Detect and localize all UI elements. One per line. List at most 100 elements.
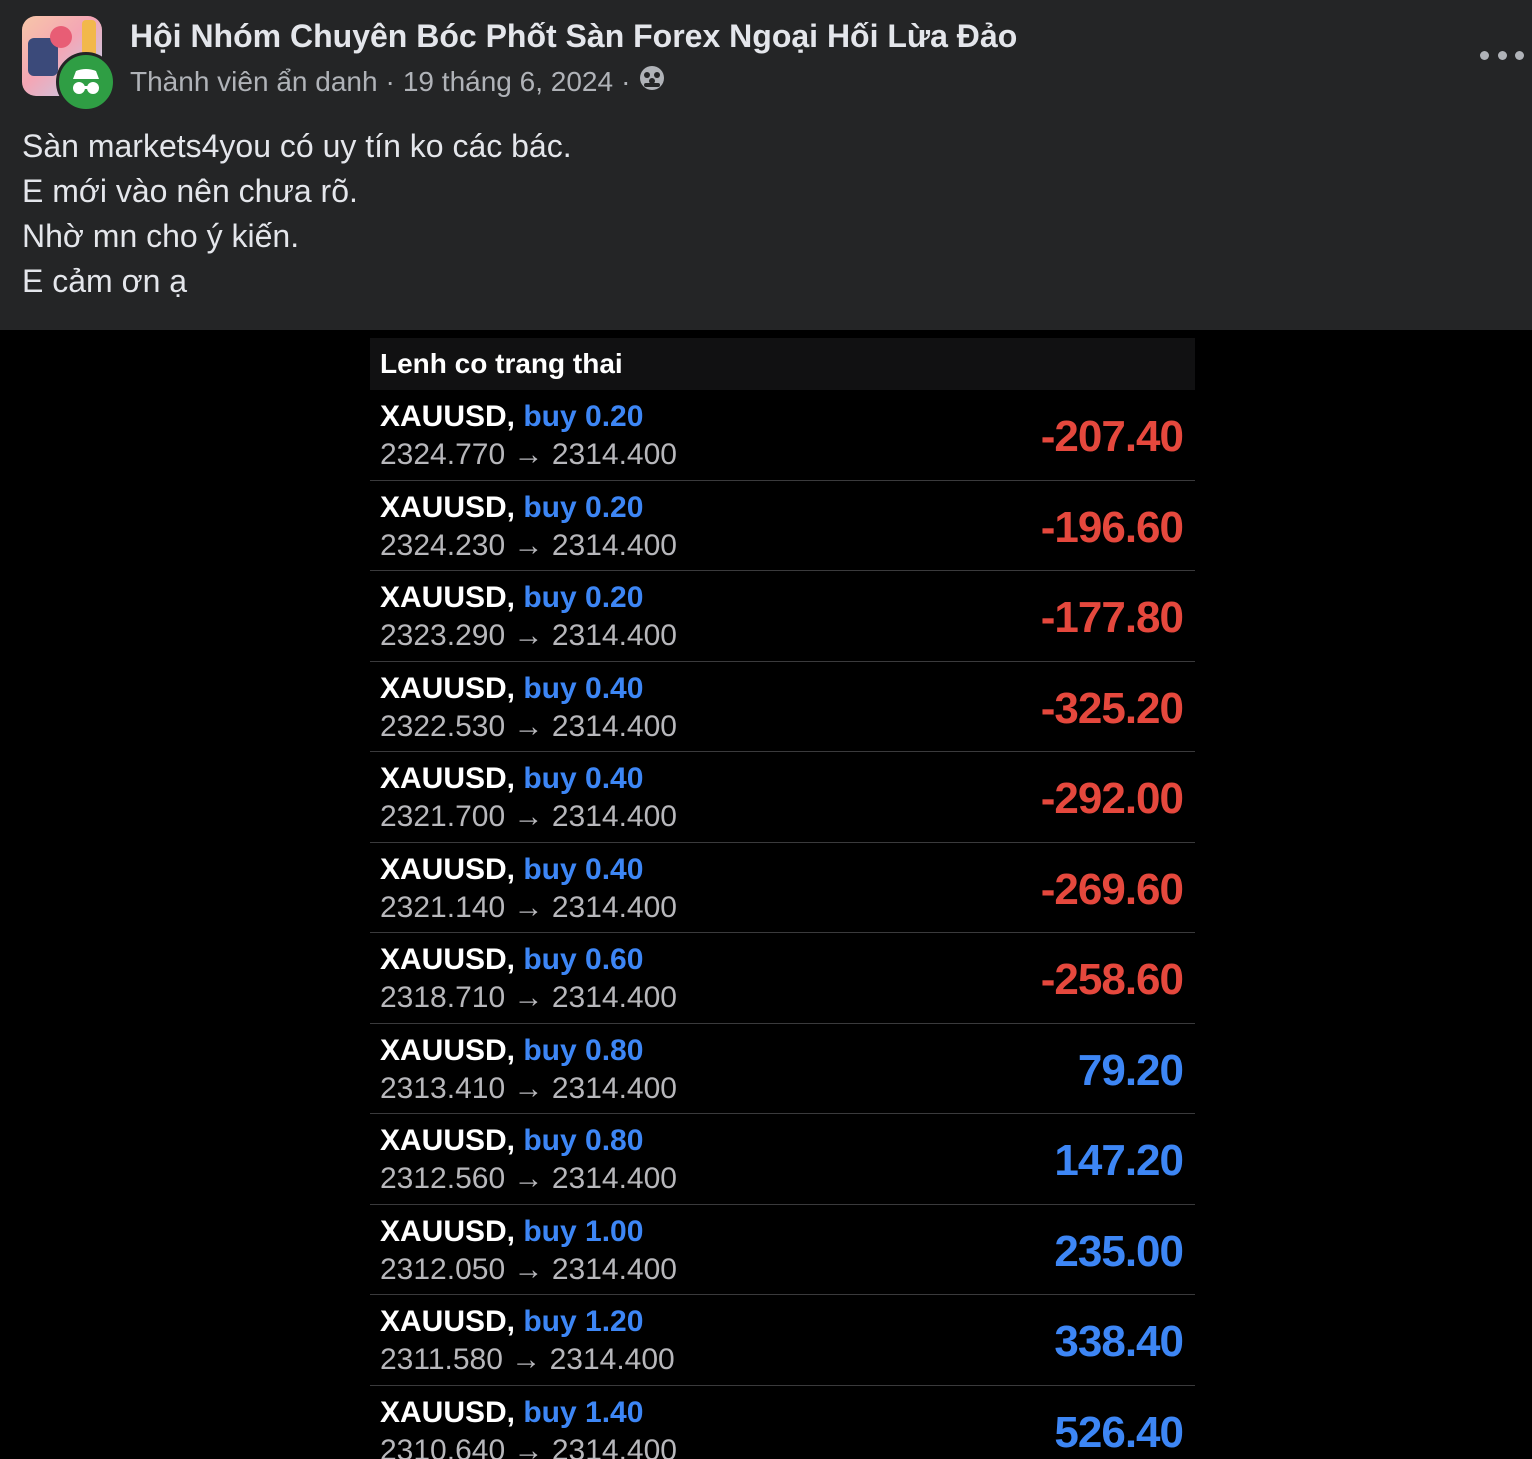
trade-side-volume: buy 0.40 [523,762,644,795]
trade-profit: 235.00 [1054,1226,1184,1276]
open-price: 2313.410 [380,1071,506,1105]
trade-side-volume: buy 0.60 [523,943,644,976]
trade-side-volume: buy 0.80 [523,1124,644,1157]
current-price: 2314.400 [551,1252,677,1286]
trade-profit: -269.60 [1040,864,1184,914]
trade-prices: 2321.700 → 2314.400 [380,800,677,834]
trade-profit: -207.40 [1040,412,1184,461]
symbol-label: XAUUSD, [380,1214,516,1248]
trade-prices: 2310.640 → 2314.400 [380,1434,677,1459]
trade-side-volume: buy 0.20 [523,400,644,433]
trade-prices: 2313.410 → 2314.400 [380,1072,677,1106]
post-text-line: E mới vào nên chưa rõ. [22,173,358,209]
current-price: 2314.400 [551,1071,677,1105]
trade-row: XAUUSD, buy 1.40 2310.640 → 2314.400 526.4… [370,1386,1195,1459]
current-price: 2314.400 [551,709,677,743]
current-price: 2314.400 [551,981,677,1014]
trade-symbol: XAUUSD, buy 0.20 [380,581,643,615]
trade-prices: 2322.530 → 2314.400 [380,710,677,744]
trade-symbol: XAUUSD, buy 1.00 [380,1215,643,1249]
arrow-icon: → [513,890,544,924]
current-price: 2314.400 [551,528,677,562]
trade-symbol: XAUUSD, buy 0.60 [380,943,643,977]
arrow-icon: → [513,709,544,743]
trade-prices: 2321.140 → 2314.400 [380,891,677,925]
trade-side-volume: buy 1.20 [523,1305,644,1338]
trade-profit: 79.20 [1077,1045,1184,1095]
trade-side-volume: buy 0.40 [523,852,644,886]
trade-symbol: XAUUSD, buy 1.20 [380,1305,643,1339]
trade-row: XAUUSD, buy 1.00 2312.050 → 2314.400 235.0… [370,1205,1195,1295]
author-name[interactable]: Thành viên ẩn danh [130,66,378,98]
trade-row: XAUUSD, buy 0.20 2324.230 → 2314.400 -196.… [370,481,1195,571]
more-options-icon[interactable] [1480,40,1524,70]
arrow-icon: → [513,528,544,562]
post-text-line: Sàn markets4you có uy tín ko các bác. [22,128,572,164]
current-price: 2314.400 [551,890,677,924]
trade-profit: -325.20 [1040,683,1184,733]
trade-profit: 526.40 [1054,1407,1184,1457]
current-price: 2314.400 [551,1162,677,1195]
open-price: 2312.560 [380,1162,506,1195]
symbol-label: XAUUSD, [380,1305,516,1338]
symbol-label: XAUUSD, [380,1395,516,1429]
trade-row: XAUUSD, buy 0.60 2318.710 → 2314.400 -258.… [370,933,1195,1024]
trade-prices: 2312.560 → 2314.400 [380,1162,677,1196]
open-price: 2310.640 [380,1433,506,1459]
arrow-icon: → [511,1343,542,1376]
current-price: 2314.400 [551,438,677,471]
symbol-label: XAUUSD, [380,1033,516,1067]
post-meta: Thành viên ẩn danh · 19 tháng 6, 2024 · [130,64,666,99]
trade-prices: 2318.710 → 2314.400 [380,981,677,1015]
trade-symbol: XAUUSD, buy 1.40 [380,1396,643,1430]
trade-side-volume: buy 0.20 [523,490,644,524]
arrow-icon: → [513,1433,544,1459]
trade-row: XAUUSD, buy 0.80 2312.560 → 2314.400 147.2… [370,1114,1195,1205]
arrow-icon: → [513,1071,544,1105]
trade-symbol: XAUUSD, buy 0.40 [380,672,643,706]
current-price: 2314.400 [549,1343,675,1376]
arrow-icon: → [513,1162,544,1195]
anonymous-member-icon [56,52,116,112]
group-name-link[interactable]: Hội Nhóm Chuyên Bóc Phốt Sàn Forex Ngoại… [130,18,1017,55]
arrow-icon: → [513,800,544,833]
open-price: 2322.530 [380,709,506,743]
group-privacy-icon [638,64,666,99]
arrow-icon: → [513,438,544,471]
trade-symbol: XAUUSD, buy 0.20 [380,491,643,525]
trade-symbol: XAUUSD, buy 0.20 [380,400,643,434]
trade-row: XAUUSD, buy 0.20 2323.290 → 2314.400 -177.… [370,571,1195,662]
trade-profit: 147.20 [1054,1136,1184,1185]
symbol-label: XAUUSD, [380,852,516,886]
trade-profit: -177.80 [1040,593,1184,642]
post-text-line: E cảm ơn ạ [22,263,188,299]
symbol-label: XAUUSD, [380,581,516,614]
symbol-label: XAUUSD, [380,671,516,705]
post-date-link[interactable]: 19 tháng 6, 2024 [403,66,613,98]
trade-row: XAUUSD, buy 0.20 2324.770 → 2314.400 -207.… [370,390,1195,481]
post-photo[interactable]: Lenh co trang thai XAUUSD, buy 0.20 2324.… [0,330,1532,1459]
trade-row: XAUUSD, buy 0.40 2321.140 → 2314.400 -269.… [370,843,1195,933]
trade-prices: 2323.290 → 2314.400 [380,619,677,653]
trade-side-volume: buy 0.20 [523,581,644,614]
trade-prices: 2324.230 → 2314.400 [380,529,677,563]
post-text-line: Nhờ mn cho ý kiến. [22,218,300,254]
trade-side-volume: buy 0.40 [523,671,644,705]
open-price: 2311.580 [380,1343,503,1376]
current-price: 2314.400 [551,619,677,652]
trade-symbol: XAUUSD, buy 0.80 [380,1034,643,1068]
trade-row: XAUUSD, buy 0.80 2313.410 → 2314.400 79.20 [370,1024,1195,1114]
trade-symbol: XAUUSD, buy 0.80 [380,1124,643,1158]
trade-profit: -292.00 [1040,774,1184,823]
trade-prices: 2312.050 → 2314.400 [380,1253,677,1287]
open-price: 2324.770 [380,438,506,471]
open-price: 2323.290 [380,619,506,652]
trade-row: XAUUSD, buy 0.40 2321.700 → 2314.400 -292.… [370,752,1195,843]
open-price: 2324.230 [380,528,506,562]
trade-side-volume: buy 1.40 [523,1395,644,1429]
open-price: 2312.050 [380,1252,506,1286]
symbol-label: XAUUSD, [380,762,516,795]
symbol-label: XAUUSD, [380,1124,516,1157]
trade-row: XAUUSD, buy 0.40 2322.530 → 2314.400 -325.… [370,662,1195,752]
trades-table-header: Lenh co trang thai [370,338,1195,390]
